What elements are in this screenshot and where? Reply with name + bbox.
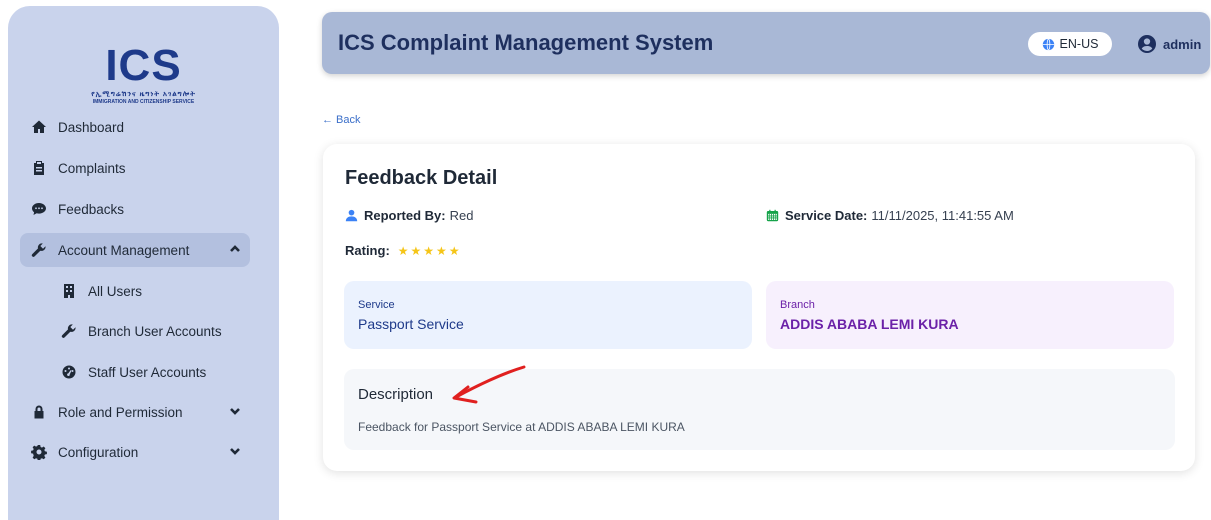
sidebar-item-all-users[interactable]: All Users bbox=[50, 274, 250, 308]
top-header: ICS Complaint Management System EN-US ad… bbox=[322, 12, 1210, 74]
sidebar-item-label: Complaints bbox=[58, 160, 126, 176]
reported-by-label: Reported By: bbox=[364, 208, 446, 223]
sidebar-item-label: Role and Permission bbox=[58, 404, 183, 420]
user-menu[interactable]: admin bbox=[1138, 31, 1201, 57]
service-date-value: 11/11/2025, 11:41:55 AM bbox=[871, 208, 1014, 223]
rating-label: Rating: bbox=[345, 243, 390, 258]
sidebar-item-configuration[interactable]: Configuration bbox=[20, 435, 250, 469]
service-date: Service Date: 11/11/2025, 11:41:55 AM bbox=[766, 208, 1014, 223]
sidebar-item-label: Branch User Accounts bbox=[88, 323, 222, 339]
sidebar-item-label: Staff User Accounts bbox=[88, 364, 207, 380]
sidebar-item-dashboard[interactable]: Dashboard bbox=[20, 110, 250, 144]
wrench-icon bbox=[28, 239, 50, 261]
rating: Rating: ★★★★★ bbox=[345, 243, 462, 258]
branch-box: Branch ADDIS ABABA LEMI KURA bbox=[766, 281, 1174, 349]
sidebar-item-feedbacks[interactable]: Feedbacks bbox=[20, 192, 250, 226]
reported-by-value: Red bbox=[449, 208, 474, 223]
branch-value: ADDIS ABABA LEMI KURA bbox=[780, 316, 959, 332]
language-label: EN-US bbox=[1059, 37, 1099, 51]
service-box: Service Passport Service bbox=[344, 281, 752, 349]
sidebar-item-complaints[interactable]: Complaints bbox=[20, 151, 250, 185]
gauge-icon bbox=[58, 361, 80, 383]
language-selector[interactable]: EN-US bbox=[1028, 32, 1112, 56]
globe-icon bbox=[1042, 38, 1054, 50]
service-date-label: Service Date: bbox=[785, 208, 868, 223]
sidebar-item-label: Account Management bbox=[58, 242, 190, 258]
page-title: Feedback Detail bbox=[345, 167, 498, 189]
user-icon bbox=[345, 209, 358, 222]
logo-text: ICS bbox=[105, 41, 182, 90]
chevron-down-icon[interactable] bbox=[228, 404, 242, 418]
app-title: ICS Complaint Management System bbox=[338, 30, 714, 55]
clipboard-icon bbox=[28, 157, 50, 179]
branch-label: Branch bbox=[780, 299, 815, 311]
sidebar-item-staff-user-accounts[interactable]: Staff User Accounts bbox=[50, 355, 250, 389]
logo-amharic: የኢሚግሬሽንና ዜግነት አገልግሎት bbox=[91, 91, 196, 98]
service-value: Passport Service bbox=[358, 316, 464, 332]
chevron-down-icon[interactable] bbox=[228, 444, 242, 458]
lock-icon bbox=[28, 401, 50, 423]
calendar-icon bbox=[766, 209, 779, 222]
sidebar-item-label: Feedbacks bbox=[58, 201, 125, 217]
star-rating: ★★★★★ bbox=[397, 243, 462, 258]
home-icon bbox=[28, 116, 50, 138]
user-circle-icon bbox=[1138, 35, 1156, 53]
chevron-up-icon[interactable] bbox=[228, 242, 242, 256]
service-label: Service bbox=[358, 299, 395, 311]
logo-english: IMMIGRATION AND CITIZENSHIP SERVICE bbox=[92, 99, 195, 105]
sidebar-item-role-and-permission[interactable]: Role and Permission bbox=[20, 395, 250, 429]
reported-by: Reported By: Red bbox=[345, 208, 473, 223]
wrench-icon bbox=[58, 320, 80, 342]
sidebar-item-label: All Users bbox=[88, 283, 143, 299]
sidebar-item-label: Dashboard bbox=[58, 119, 125, 135]
building-icon bbox=[58, 280, 80, 302]
comment-icon bbox=[28, 198, 50, 220]
ics-logo[interactable]: ICS የኢሚግሬሽንና ዜግነት አገልግሎት IMMIGRATION AND… bbox=[8, 44, 279, 106]
cog-icon bbox=[28, 441, 50, 463]
sidebar-item-branch-user-accounts[interactable]: Branch User Accounts bbox=[50, 314, 250, 348]
sidebar-item-account-management[interactable]: Account Management bbox=[20, 233, 250, 267]
user-name: admin bbox=[1163, 36, 1202, 52]
back-link[interactable]: ← Back bbox=[322, 114, 361, 126]
sidebar-item-label: Configuration bbox=[58, 444, 139, 460]
annotation-arrow-icon bbox=[452, 365, 526, 404]
description-text: Feedback for Passport Service at ADDIS A… bbox=[358, 420, 685, 434]
description-title: Description bbox=[358, 386, 434, 403]
